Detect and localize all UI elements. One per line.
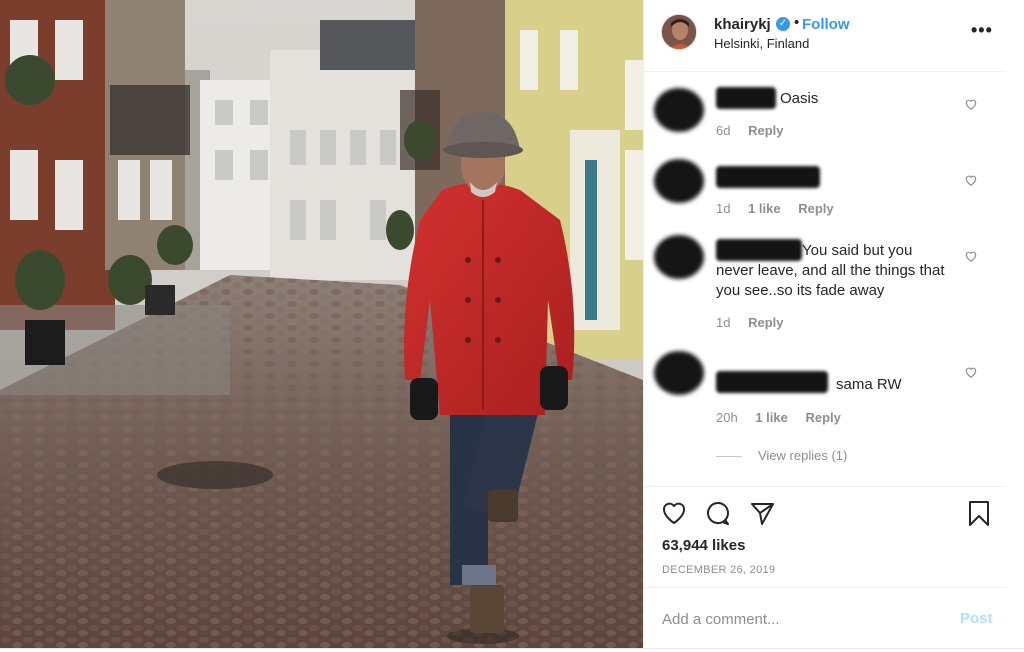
comment-icon[interactable] [704,499,732,527]
comments-list[interactable]: Oasis 6d Reply 1d 1 like Reply You said … [644,73,1007,485]
page-bottom-border [0,648,1024,652]
page-margin [1006,0,1024,652]
post-sidebar: khairykj ✓ • Follow Helsinki, Finland ••… [643,0,1007,648]
comment-text: Oasis [780,90,819,107]
comment-heart-icon[interactable] [964,97,978,111]
author-username[interactable]: khairykj [714,16,771,33]
post-header: khairykj ✓ • Follow Helsinki, Finland ••… [644,0,1007,72]
comment-avatar-redacted[interactable] [654,88,704,132]
comment-likes[interactable]: 1 like [748,201,781,216]
comment-avatar-redacted[interactable] [654,351,704,395]
view-replies-link[interactable]: View replies (1) [716,448,847,463]
comment-heart-icon[interactable] [964,173,978,187]
comment-time[interactable]: 1d [716,315,730,330]
post-comment-button[interactable]: Post [960,610,993,627]
comment-heart-icon[interactable] [964,249,978,263]
comment-avatar-redacted[interactable] [654,159,704,203]
bookmark-icon[interactable] [965,499,993,527]
reply-button[interactable]: Reply [805,410,840,425]
comment-time[interactable]: 1d [716,201,730,216]
comment-meta: 20h 1 like Reply [716,410,855,425]
header-separator: • [794,14,800,31]
reply-button[interactable]: Reply [748,123,783,138]
view-replies-line [716,456,742,458]
comment-text: You said but you never leave, and all th… [716,242,945,299]
comment-meta: 1d Reply [716,315,798,330]
comment-meta: 1d 1 like Reply [716,201,848,216]
author-avatar[interactable] [661,14,697,50]
reply-button[interactable]: Reply [748,315,783,330]
comment-heart-icon[interactable] [964,365,978,379]
comment-time[interactable]: 6d [716,123,730,138]
comment-likes[interactable]: 1 like [755,410,788,425]
view-replies-label[interactable]: View replies (1) [758,448,847,463]
comment-author-redacted[interactable] [716,87,776,109]
post-location[interactable]: Helsinki, Finland [714,36,809,51]
post-date[interactable]: DECEMBER 26, 2019 [662,564,775,576]
add-comment-section: Post [644,587,1007,648]
reply-button[interactable]: Reply [798,201,833,216]
heart-icon[interactable] [660,499,688,527]
comment-author-redacted[interactable] [716,166,820,188]
comment-meta: 6d Reply [716,123,798,138]
verified-icon: ✓ [776,17,790,31]
more-icon[interactable]: ••• [971,20,993,41]
post-actions: 63,944 likes DECEMBER 26, 2019 [644,486,1007,586]
comment-author-redacted[interactable] [716,371,828,393]
share-icon[interactable] [748,499,776,527]
comment-avatar-redacted[interactable] [654,235,704,279]
comment-input[interactable] [662,608,932,630]
likes-count[interactable]: 63,944 likes [662,537,745,554]
street-photo-illustration [0,0,643,648]
follow-button[interactable]: Follow [802,16,850,33]
comment-text: sama RW [836,376,902,393]
post-photo[interactable] [0,0,643,648]
comment-time[interactable]: 20h [716,410,738,425]
